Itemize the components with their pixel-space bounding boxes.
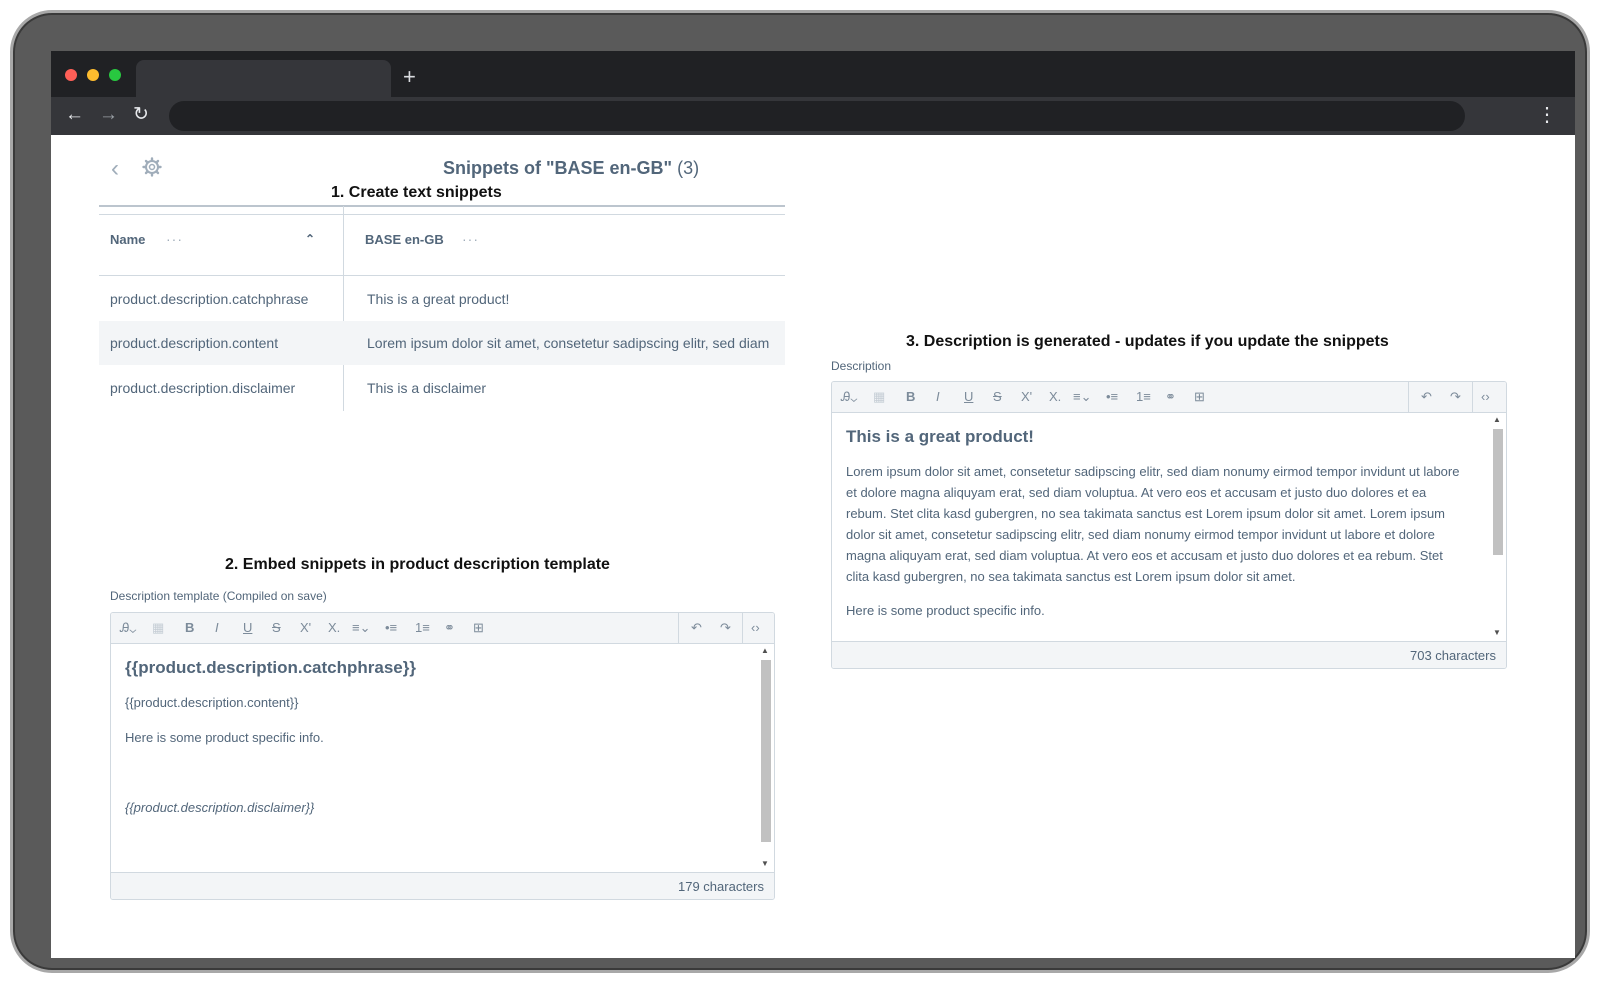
gear-icon[interactable] — [142, 157, 162, 177]
browser-menu-icon[interactable]: ⋮ — [1537, 101, 1557, 129]
undo-icon[interactable]: ↶ — [691, 619, 702, 637]
template-product-info[interactable]: Here is some product specific info. — [125, 727, 324, 748]
clear-format-icon[interactable]: ▦ — [873, 388, 885, 406]
bold-icon[interactable]: B — [185, 619, 194, 637]
strikethrough-icon[interactable]: S — [272, 619, 281, 637]
sort-ascending-icon[interactable]: ⌃ — [305, 232, 315, 246]
subscript-icon[interactable]: X. — [328, 619, 340, 637]
table-row[interactable]: product.description.catchphrase This is … — [99, 277, 785, 321]
back-icon[interactable]: ← — [65, 101, 84, 129]
superscript-icon[interactable]: X' — [1021, 388, 1032, 406]
description-editor[interactable]: Ꭿ⌄ ▦ B I U S X' X. ≡⌄ •≡ 1≡ ⚭ ⊞ ↶ ↷ ‹› T… — [831, 381, 1507, 669]
close-window-icon[interactable] — [65, 69, 77, 81]
bold-icon[interactable]: B — [906, 388, 915, 406]
snippet-name: product.description.content — [110, 335, 279, 351]
underline-icon[interactable]: U — [964, 388, 973, 406]
subscript-icon[interactable]: X. — [1049, 388, 1061, 406]
divider — [99, 205, 785, 207]
toolbar-divider — [742, 613, 743, 644]
address-toolbar: ← → ↻ ⋮ — [51, 97, 1575, 135]
divider — [99, 275, 785, 276]
editor-toolbar: Ꭿ⌄ ▦ B I U S X' X. ≡⌄ •≡ 1≡ ⚭ ⊞ ↶ ↷ ‹› — [832, 382, 1506, 413]
snippets-title: Snippets of "BASE en-GB" (3) — [443, 158, 700, 178]
code-view-icon[interactable]: ‹› — [1481, 388, 1490, 406]
toolbar-divider — [1472, 382, 1473, 413]
snippet-name: product.description.disclaimer — [110, 380, 296, 396]
align-icon[interactable]: ≡⌄ — [352, 619, 370, 637]
scrollbar-thumb[interactable] — [761, 660, 771, 842]
italic-icon[interactable]: I — [936, 388, 940, 406]
snippet-value[interactable]: This is a great product! — [367, 291, 785, 307]
text-format-icon[interactable]: Ꭿ⌄ — [841, 388, 857, 406]
column-options-icon[interactable]: ··· — [462, 231, 479, 247]
link-icon[interactable]: ⚭ — [1165, 388, 1176, 406]
underline-icon[interactable]: U — [243, 619, 252, 637]
bullet-list-icon[interactable]: •≡ — [1106, 388, 1118, 406]
snippet-name: product.description.catchphrase — [110, 291, 309, 307]
superscript-icon[interactable]: X' — [300, 619, 311, 637]
redo-icon[interactable]: ↷ — [1450, 388, 1461, 406]
character-count: 179 characters — [678, 879, 764, 894]
strikethrough-icon[interactable]: S — [993, 388, 1002, 406]
toolbar-divider — [1408, 382, 1409, 413]
character-count: 703 characters — [1410, 648, 1496, 663]
scroll-down-icon[interactable]: ▼ — [761, 860, 769, 868]
column-options-icon[interactable]: ··· — [166, 231, 183, 247]
code-view-icon[interactable]: ‹› — [751, 619, 760, 637]
generated-body[interactable]: Lorem ipsum dolor sit amet, consetetur s… — [846, 461, 1468, 587]
step2-heading: 2. Embed snippets in product description… — [225, 556, 610, 573]
maximize-window-icon[interactable] — [109, 69, 121, 81]
scrollbar-thumb[interactable] — [1493, 429, 1503, 555]
reload-icon[interactable]: ↻ — [133, 101, 149, 129]
editor-footer: 703 characters — [832, 641, 1506, 668]
column-header-name[interactable]: Name — [110, 232, 145, 247]
redo-icon[interactable]: ↷ — [720, 619, 731, 637]
template-field-label: Description template (Compiled on save) — [110, 589, 327, 603]
italic-icon[interactable]: I — [215, 619, 219, 637]
forward-icon[interactable]: → — [99, 101, 118, 129]
snippet-value[interactable]: Lorem ipsum dolor sit amet, consetetur s… — [367, 335, 785, 351]
numbered-list-icon[interactable]: 1≡ — [1136, 388, 1151, 406]
divider — [99, 214, 785, 215]
undo-icon[interactable]: ↶ — [1421, 388, 1432, 406]
editor-scrollbar[interactable]: ▲ ▼ — [758, 644, 774, 874]
description-field-label: Description — [831, 359, 892, 373]
table-row[interactable]: product.description.content Lorem ipsum … — [99, 321, 785, 365]
generated-product-info[interactable]: Here is some product specific info. — [846, 600, 1045, 621]
numbered-list-icon[interactable]: 1≡ — [415, 619, 430, 637]
editor-scrollbar[interactable]: ▲ ▼ — [1490, 413, 1506, 643]
editor-footer: 179 characters — [111, 872, 774, 899]
column-header-base[interactable]: BASE en-GB — [365, 232, 444, 247]
browser-window: + ← → ↻ ⋮ 1. Create text snippets ‹ Snip… — [51, 51, 1575, 958]
template-content-placeholder[interactable]: {{product.description.content}} — [125, 692, 298, 713]
template-disclaimer-placeholder[interactable]: {{product.description.disclaimer}} — [125, 797, 314, 818]
snippet-value[interactable]: This is a disclaimer — [367, 380, 785, 396]
tab-strip: + — [51, 51, 1575, 97]
editor-toolbar: Ꭿ⌄ ▦ B I U S X' X. ≡⌄ •≡ 1≡ ⚭ ⊞ ↶ ↷ ‹› — [111, 613, 774, 644]
device-frame: + ← → ↻ ⋮ 1. Create text snippets ‹ Snip… — [10, 10, 1590, 973]
bullet-list-icon[interactable]: •≡ — [385, 619, 397, 637]
template-catchphrase-placeholder[interactable]: {{product.description.catchphrase}} — [125, 658, 416, 678]
table-icon[interactable]: ⊞ — [1194, 388, 1205, 406]
chevron-left-icon[interactable]: ‹ — [111, 157, 119, 181]
new-tab-icon[interactable]: + — [403, 63, 416, 91]
address-bar[interactable] — [169, 101, 1465, 131]
toolbar-divider — [678, 613, 679, 644]
template-editor[interactable]: Ꭿ⌄ ▦ B I U S X' X. ≡⌄ •≡ 1≡ ⚭ ⊞ ↶ ↷ ‹› {… — [110, 612, 775, 900]
table-row[interactable]: product.description.disclaimer This is a… — [99, 366, 785, 410]
table-icon[interactable]: ⊞ — [473, 619, 484, 637]
minimize-window-icon[interactable] — [87, 69, 99, 81]
snippet-count: (3) — [677, 158, 700, 178]
step3-heading: 3. Description is generated - updates if… — [906, 333, 1389, 350]
text-format-icon[interactable]: Ꭿ⌄ — [120, 619, 136, 637]
step1-heading: 1. Create text snippets — [331, 184, 502, 201]
scroll-down-icon[interactable]: ▼ — [1493, 629, 1501, 637]
generated-title[interactable]: This is a great product! — [846, 427, 1034, 447]
browser-tab[interactable] — [136, 60, 391, 97]
clear-format-icon[interactable]: ▦ — [152, 619, 164, 637]
link-icon[interactable]: ⚭ — [444, 619, 455, 637]
scroll-up-icon[interactable]: ▲ — [761, 647, 769, 655]
align-icon[interactable]: ≡⌄ — [1073, 388, 1091, 406]
scroll-up-icon[interactable]: ▲ — [1493, 416, 1501, 424]
